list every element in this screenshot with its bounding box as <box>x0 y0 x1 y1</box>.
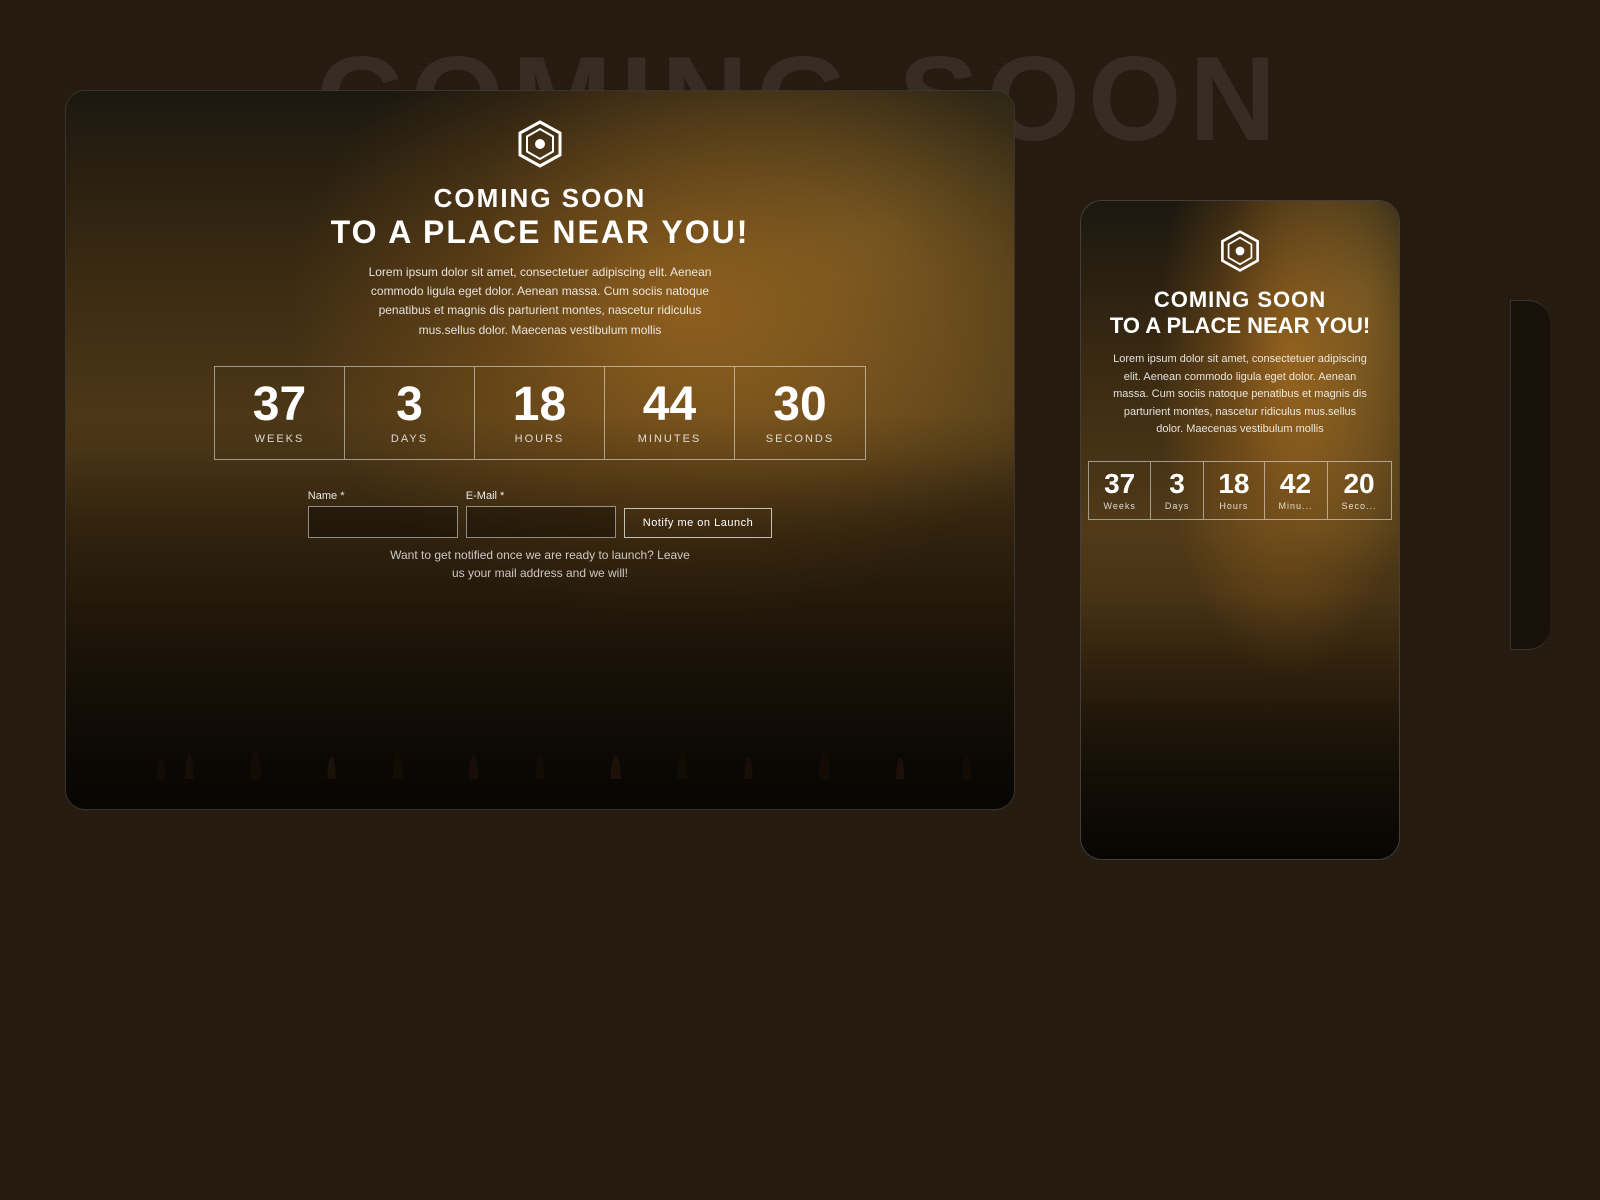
countdown-hours-label: HOURS <box>515 433 565 445</box>
mobile-countdown-seconds-value: 20 <box>1343 470 1374 498</box>
countdown-weeks: 37 WEEKS <box>215 367 345 459</box>
mobile-countdown-hours-value: 18 <box>1218 470 1249 498</box>
form-name-input[interactable] <box>308 506 458 538</box>
form-email-label: E-Mail * <box>466 490 616 502</box>
countdown-minutes: 44 MINUTES <box>605 367 735 459</box>
mobile-heading-line1: COMING SOON <box>1110 287 1370 313</box>
mobile-countdown: 37 Weeks 3 Days 18 Hours 42 Minu... 20 <box>1088 461 1391 520</box>
mobile-countdown-weeks: 37 Weeks <box>1089 462 1150 519</box>
mobile-countdown-minutes-label: Minu... <box>1279 501 1313 511</box>
countdown-seconds-value: 30 <box>773 381 826 429</box>
countdown-weeks-value: 37 <box>253 381 306 429</box>
countdown-seconds-label: SECONDS <box>766 433 834 445</box>
form-email-field: E-Mail * <box>466 490 616 538</box>
partial-device <box>1510 300 1550 650</box>
desktop-description: Lorem ipsum dolor sit amet, consectetuer… <box>360 263 720 340</box>
countdown-days-value: 3 <box>396 381 423 429</box>
countdown-weeks-label: WEEKS <box>255 433 305 445</box>
mobile-description: Lorem ipsum dolor sit amet, consectetuer… <box>1110 351 1370 439</box>
countdown-minutes-value: 44 <box>643 381 696 429</box>
countdown-seconds: 30 SECONDS <box>735 367 865 459</box>
countdown-days-label: DAYS <box>391 433 428 445</box>
countdown-hours-value: 18 <box>513 381 566 429</box>
desktop-heading-line2: TO A PLACE NEAR YOU! <box>331 214 750 251</box>
form-name-label: Name * <box>308 490 458 502</box>
mobile-countdown-days-label: Days <box>1165 501 1190 511</box>
mobile-logo <box>1218 229 1262 273</box>
desktop-logo <box>515 119 565 169</box>
mobile-heading-line2: TO A PLACE NEAR YOU! <box>1110 313 1370 339</box>
mobile-countdown-weeks-value: 37 <box>1104 470 1135 498</box>
mobile-countdown-hours: 18 Hours <box>1204 462 1264 519</box>
mobile-mockup: COMING SOON TO A PLACE NEAR YOU! Lorem i… <box>1080 200 1400 860</box>
mobile-countdown-minutes: 42 Minu... <box>1265 462 1328 519</box>
mobile-heading: COMING SOON TO A PLACE NEAR YOU! <box>1110 287 1370 339</box>
form-name-field: Name * <box>308 490 458 538</box>
mobile-countdown-hours-label: Hours <box>1219 501 1248 511</box>
mobile-countdown-seconds-label: Seco... <box>1342 501 1377 511</box>
mobile-countdown-seconds: 20 Seco... <box>1328 462 1391 519</box>
desktop-form: Name * E-Mail * Notify me on Launch Want… <box>308 490 772 582</box>
countdown-minutes-label: MINUTES <box>638 433 702 445</box>
desktop-content: COMING SOON TO A PLACE NEAR YOU! Lorem i… <box>66 91 1014 809</box>
mobile-countdown-days-value: 3 <box>1169 470 1185 498</box>
desktop-countdown: 37 WEEKS 3 DAYS 18 HOURS 44 MINUTES 30 <box>214 366 866 460</box>
mobile-countdown-minutes-value: 42 <box>1280 470 1311 498</box>
desktop-heading-line1: COMING SOON <box>331 183 750 214</box>
desktop-heading: COMING SOON TO A PLACE NEAR YOU! <box>331 183 750 251</box>
mobile-countdown-weeks-label: Weeks <box>1103 501 1135 511</box>
notify-button[interactable]: Notify me on Launch <box>624 508 772 538</box>
form-email-input[interactable] <box>466 506 616 538</box>
countdown-hours: 18 HOURS <box>475 367 605 459</box>
form-inputs-row: Name * E-Mail * Notify me on Launch <box>308 490 772 538</box>
mobile-countdown-days: 3 Days <box>1151 462 1205 519</box>
countdown-days: 3 DAYS <box>345 367 475 459</box>
form-hint: Want to get notified once we are ready t… <box>390 546 690 582</box>
mobile-content: COMING SOON TO A PLACE NEAR YOU! Lorem i… <box>1081 201 1399 859</box>
desktop-mockup: COMING SOON TO A PLACE NEAR YOU! Lorem i… <box>65 90 1015 810</box>
